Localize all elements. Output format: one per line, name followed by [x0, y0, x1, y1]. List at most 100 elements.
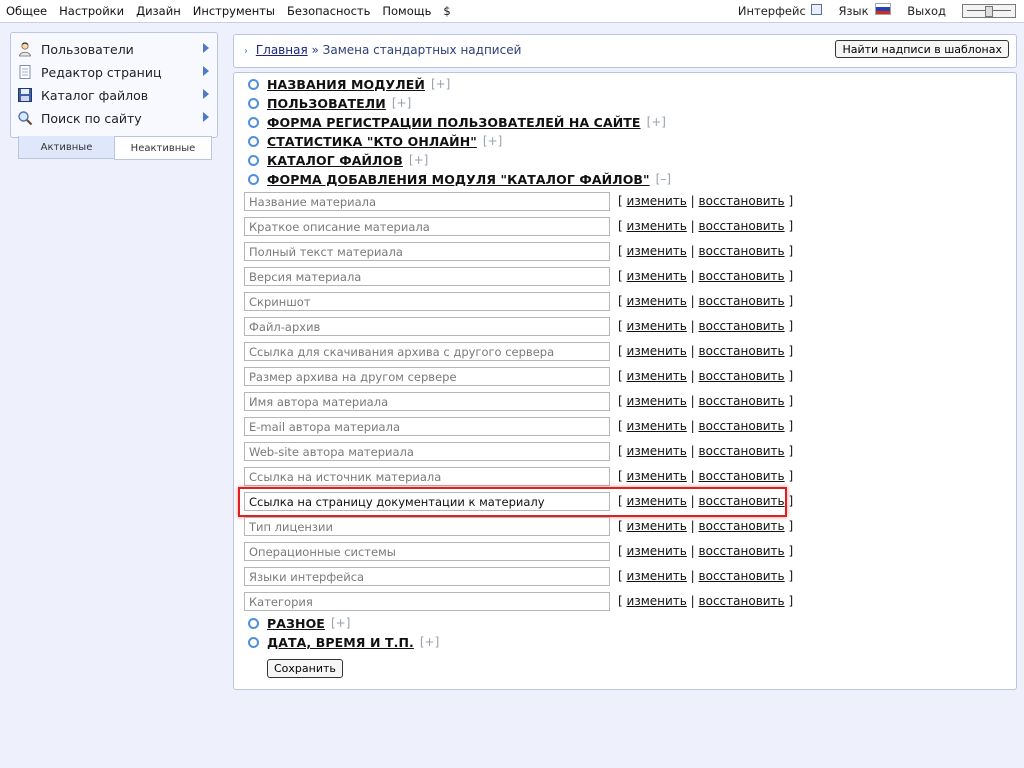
restore-link[interactable]: восстановить [699, 194, 785, 208]
edit-link[interactable]: изменить [627, 394, 687, 408]
find-in-templates-button[interactable]: Найти надписи в шаблонах [835, 40, 1009, 58]
label-input[interactable] [244, 567, 610, 586]
restore-link[interactable]: восстановить [699, 519, 785, 533]
section-title-link[interactable]: ФОРМА ДОБАВЛЕНИЯ МОДУЛЯ "КАТАЛОГ ФАЙЛОВ" [267, 172, 650, 187]
restore-link[interactable]: восстановить [699, 594, 785, 608]
menu-general[interactable]: Общее [6, 4, 47, 18]
expand-toggle[interactable]: [+] [392, 96, 411, 110]
width-slider[interactable] [962, 3, 1016, 18]
restore-link[interactable]: восстановить [699, 344, 785, 358]
breadcrumb-home-link[interactable]: Главная [256, 43, 308, 57]
menu-settings[interactable]: Настройки [59, 4, 124, 18]
expand-toggle[interactable]: [+] [409, 153, 428, 167]
logout-link[interactable]: Выход [907, 4, 946, 18]
edit-link[interactable]: изменить [627, 219, 687, 233]
menu-help[interactable]: Помощь [382, 4, 431, 18]
section-title-link[interactable]: ПОЛЬЗОВАТЕЛИ [267, 96, 386, 111]
restore-link[interactable]: восстановить [699, 444, 785, 458]
edit-link[interactable]: изменить [627, 194, 687, 208]
edit-link[interactable]: изменить [627, 344, 687, 358]
restore-link[interactable]: восстановить [699, 469, 785, 483]
edit-link[interactable]: изменить [627, 544, 687, 558]
menu-design[interactable]: Дизайн [136, 4, 181, 18]
edit-link[interactable]: изменить [627, 594, 687, 608]
label-input[interactable] [244, 517, 610, 536]
russian-flag-icon [875, 3, 892, 15]
restore-link[interactable]: восстановить [699, 219, 785, 233]
save-button[interactable]: Сохранить [267, 659, 343, 678]
restore-link[interactable]: восстановить [699, 569, 785, 583]
edit-link[interactable]: изменить [627, 369, 687, 383]
main-menu: Общее Настройки Дизайн Инструменты Безоп… [6, 4, 451, 18]
breadcrumb-panel: › Главная » Замена стандартных надписей … [233, 34, 1017, 68]
label-input[interactable] [244, 417, 610, 436]
sidebar-item-page-editor[interactable]: Редактор страниц [17, 61, 213, 83]
sidebar-item-label: Поиск по сайту [41, 110, 142, 126]
restore-link[interactable]: восстановить [699, 294, 785, 308]
collapse-toggle[interactable]: [–] [656, 172, 671, 186]
label-input[interactable] [244, 192, 610, 211]
menu-tools[interactable]: Инструменты [193, 4, 275, 18]
edit-link[interactable]: изменить [627, 294, 687, 308]
label-input[interactable] [244, 217, 610, 236]
edit-link[interactable]: изменить [627, 419, 687, 433]
label-input[interactable] [244, 592, 610, 611]
label-input[interactable] [244, 342, 610, 361]
floppy-icon [17, 87, 33, 103]
menu-security[interactable]: Безопасность [287, 4, 370, 18]
edit-link[interactable]: изменить [627, 244, 687, 258]
row-actions: [ изменить | восстановить ] [618, 269, 794, 283]
row-actions: [ изменить | восстановить ] [618, 344, 794, 358]
edit-link[interactable]: изменить [627, 494, 687, 508]
sidebar: Пользователи Редактор страниц Каталог фа… [10, 32, 218, 138]
restore-link[interactable]: восстановить [699, 244, 785, 258]
edit-link[interactable]: изменить [627, 469, 687, 483]
section-title-link[interactable]: ФОРМА РЕГИСТРАЦИИ ПОЛЬЗОВАТЕЛЕЙ НА САЙТЕ [267, 115, 641, 130]
sidebar-item-site-search[interactable]: Поиск по сайту [17, 107, 213, 129]
interface-toggle[interactable]: Интерфейс [738, 3, 823, 18]
edit-link[interactable]: изменить [627, 319, 687, 333]
section-title-link[interactable]: РАЗНОЕ [267, 616, 325, 631]
expand-toggle[interactable]: [+] [420, 635, 439, 649]
restore-link[interactable]: восстановить [699, 369, 785, 383]
language-selector[interactable]: Язык [838, 3, 892, 18]
expand-toggle[interactable]: [+] [331, 616, 350, 630]
sidebar-item-users[interactable]: Пользователи [17, 38, 213, 60]
label-input[interactable] [244, 317, 610, 336]
restore-link[interactable]: восстановить [699, 269, 785, 283]
sidebar-item-file-catalog[interactable]: Каталог файлов [17, 84, 213, 106]
edit-link[interactable]: изменить [627, 569, 687, 583]
restore-link[interactable]: восстановить [699, 544, 785, 558]
expand-toggle[interactable]: [+] [647, 115, 666, 129]
expand-toggle[interactable]: [+] [431, 77, 450, 91]
row-actions: [ изменить | восстановить ] [618, 569, 794, 583]
restore-link[interactable]: восстановить [699, 394, 785, 408]
label-input[interactable] [244, 392, 610, 411]
section-title-link[interactable]: ДАТА, ВРЕМЯ И Т.П. [267, 635, 414, 650]
tab-active[interactable]: Активные [18, 136, 115, 159]
edit-link[interactable]: изменить [627, 519, 687, 533]
section-title-link[interactable]: СТАТИСТИКА "КТО ОНЛАЙН" [267, 134, 477, 149]
menu-dollar[interactable]: $ [443, 4, 450, 18]
section-title-link[interactable]: КАТАЛОГ ФАЙЛОВ [267, 153, 403, 168]
label-input[interactable] [244, 242, 610, 261]
restore-link[interactable]: восстановить [699, 319, 785, 333]
label-input[interactable] [244, 367, 610, 386]
edit-link[interactable]: изменить [627, 444, 687, 458]
label-input[interactable] [244, 542, 610, 561]
chevron-right-icon [203, 43, 209, 53]
section-title-link[interactable]: НАЗВАНИЯ МОДУЛЕЙ [267, 77, 425, 92]
label-input[interactable] [244, 267, 610, 286]
field-row: [ изменить | восстановить ] [244, 467, 793, 489]
label-input[interactable] [244, 292, 610, 311]
label-input-focused[interactable] [244, 492, 610, 511]
row-actions: [ изменить | восстановить ] [618, 469, 794, 483]
restore-link[interactable]: восстановить [699, 419, 785, 433]
restore-link[interactable]: восстановить [699, 494, 785, 508]
chevron-right-icon: › [244, 46, 248, 57]
expand-toggle[interactable]: [+] [483, 134, 502, 148]
edit-link[interactable]: изменить [627, 269, 687, 283]
label-input[interactable] [244, 467, 610, 486]
label-input[interactable] [244, 442, 610, 461]
tab-inactive[interactable]: Неактивные [114, 136, 212, 160]
